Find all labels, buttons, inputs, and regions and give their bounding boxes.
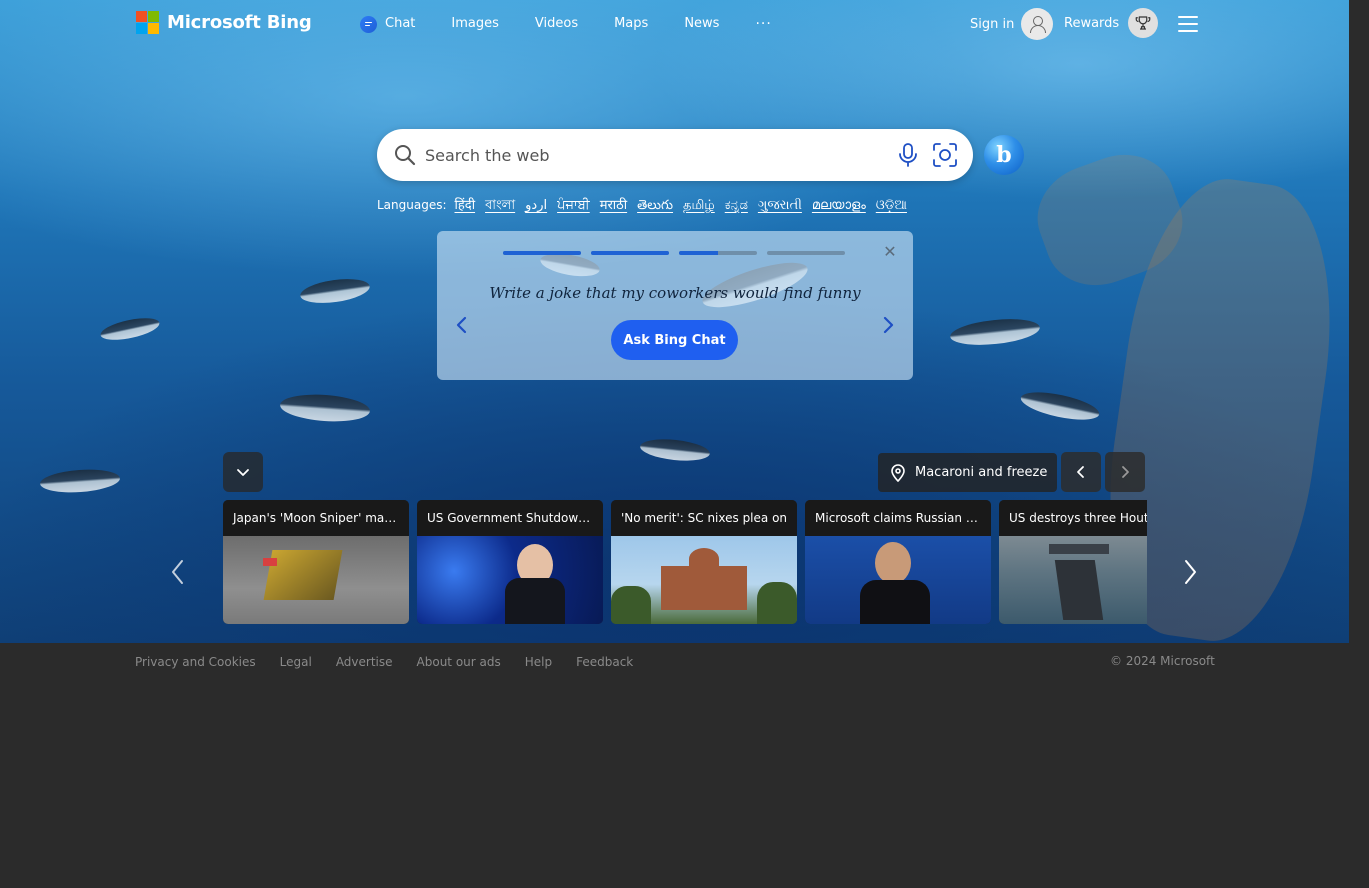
penguin-decoration [1018, 386, 1102, 426]
progress-segment [767, 251, 845, 255]
nav-news-label: News [684, 16, 720, 31]
news-card[interactable]: US destroys three Houthi [999, 500, 1147, 624]
nav-news[interactable]: News [684, 14, 719, 34]
news-card-image [805, 536, 991, 624]
language-link[interactable]: اردو [525, 198, 547, 213]
microsoft-logo-icon [136, 11, 159, 34]
footer: Privacy and Cookies Legal Advertise Abou… [0, 643, 1349, 683]
hamburger-menu-icon[interactable] [1178, 16, 1198, 32]
news-carousel: Japan's 'Moon Sniper' makes US Governmen… [223, 500, 1147, 624]
microphone-icon[interactable] [896, 142, 920, 168]
close-icon[interactable]: ✕ [883, 244, 897, 260]
collapse-button[interactable] [223, 452, 263, 492]
footer-link[interactable]: Feedback [576, 655, 633, 669]
news-card-image [611, 536, 797, 624]
ask-bing-chat-button[interactable]: Ask Bing Chat [611, 320, 738, 360]
footer-link[interactable]: Advertise [336, 655, 393, 669]
footer-link[interactable]: Help [525, 655, 552, 669]
news-card-title: Japan's 'Moon Sniper' makes [223, 500, 409, 536]
language-link[interactable]: বাংলা [485, 196, 515, 217]
chevron-left-icon[interactable] [170, 558, 186, 586]
footer-link[interactable]: Privacy and Cookies [135, 655, 256, 669]
bing-chat-icon[interactable]: b [984, 135, 1024, 175]
nav-maps-label: Maps [614, 16, 649, 31]
previous-image-button[interactable] [1061, 452, 1101, 492]
nav-chat[interactable]: Chat [360, 14, 415, 34]
language-link[interactable]: मराठी [600, 195, 627, 213]
rewards-label: Rewards [1064, 15, 1120, 31]
location-pin-icon [891, 463, 905, 482]
chevron-left-icon [1077, 466, 1084, 478]
top-nav: Chat Images Videos Maps News ··· [360, 14, 772, 34]
search-input[interactable] [425, 129, 875, 181]
footer-link[interactable]: About our ads [417, 655, 501, 669]
sign-in-button[interactable]: Sign in [970, 8, 1054, 40]
chat-promo-card: ✕ Write a joke that my coworkers would f… [437, 231, 913, 380]
chevron-right-icon[interactable] [1182, 558, 1198, 586]
search-box [377, 129, 973, 181]
promo-suggestion: Write a joke that my coworkers would fin… [489, 284, 861, 302]
bing-logo[interactable]: Microsoft Bing [136, 11, 312, 34]
image-info-button[interactable]: Macaroni and freeze [878, 453, 1057, 492]
nav-videos[interactable]: Videos [535, 14, 578, 34]
language-link[interactable]: தமிழ் [683, 198, 715, 214]
news-card-image [999, 536, 1147, 624]
nav-videos-label: Videos [534, 16, 579, 31]
search-icon[interactable] [393, 143, 417, 167]
sign-in-label: Sign in [970, 16, 1015, 32]
news-card-title: US Government Shutdown Updates [417, 500, 603, 536]
language-link[interactable]: മലയാളം [812, 198, 866, 213]
avatar-icon [1021, 8, 1054, 40]
more-menu-button[interactable]: ··· [755, 14, 771, 34]
promo-progress [503, 251, 845, 255]
language-link[interactable]: ಕನ್ನಡ [725, 198, 748, 213]
image-location-label: Macaroni and freeze [915, 465, 1048, 480]
language-link[interactable]: ଓଡ଼ିଆ [876, 198, 907, 213]
news-card-title: 'No merit': SC nixes plea on [611, 500, 797, 536]
news-card[interactable]: 'No merit': SC nixes plea on [611, 500, 797, 624]
brand-name: Microsoft Bing [167, 12, 312, 33]
scrollbar[interactable] [1349, 0, 1369, 888]
footer-links: Privacy and Cookies Legal Advertise Abou… [135, 655, 633, 669]
language-link[interactable]: हिंदी [455, 195, 476, 213]
news-card-image [417, 536, 603, 624]
progress-segment [503, 251, 581, 255]
penguin-decoration [39, 467, 121, 495]
languages-bar: Languages: हिंदी বাংলা اردو ਪੰਜਾਬੀ मराठी… [377, 195, 907, 217]
penguin-decoration [98, 313, 162, 345]
news-card-title: US destroys three Houthi [999, 500, 1147, 536]
visual-search-icon[interactable] [931, 141, 959, 169]
next-image-button[interactable] [1105, 452, 1145, 492]
chevron-left-icon[interactable] [454, 315, 470, 335]
footer-link[interactable]: Legal [280, 655, 312, 669]
trophy-icon [1128, 8, 1159, 38]
chevron-right-icon[interactable] [880, 315, 896, 335]
penguin-decoration [279, 391, 371, 425]
penguin-decoration [298, 275, 372, 307]
copyright: © 2024 Microsoft [1110, 654, 1215, 668]
language-link[interactable]: ਪੰਜਾਬੀ [557, 198, 590, 213]
rewards-button[interactable]: Rewards [1064, 8, 1159, 38]
languages-label: Languages: [377, 198, 447, 212]
news-card-image [223, 536, 409, 624]
nav-images-label: Images [451, 16, 499, 31]
nav-maps[interactable]: Maps [614, 14, 648, 34]
penguin-decoration [639, 436, 711, 464]
language-link[interactable]: ગુજરાતી [758, 198, 802, 213]
news-card-title: Microsoft claims Russian state [805, 500, 991, 536]
chat-bubble-icon [360, 15, 377, 33]
progress-segment [591, 251, 669, 255]
penguin-decoration [948, 315, 1042, 349]
chevron-right-icon [1122, 466, 1129, 478]
nav-images[interactable]: Images [451, 14, 499, 34]
language-link[interactable]: తెలుగు [637, 198, 673, 216]
news-card[interactable]: Microsoft claims Russian state [805, 500, 991, 624]
news-card[interactable]: US Government Shutdown Updates [417, 500, 603, 624]
nav-chat-label: Chat [385, 16, 416, 31]
chevron-down-icon [237, 469, 249, 476]
progress-segment [679, 251, 757, 255]
news-card[interactable]: Japan's 'Moon Sniper' makes [223, 500, 409, 624]
